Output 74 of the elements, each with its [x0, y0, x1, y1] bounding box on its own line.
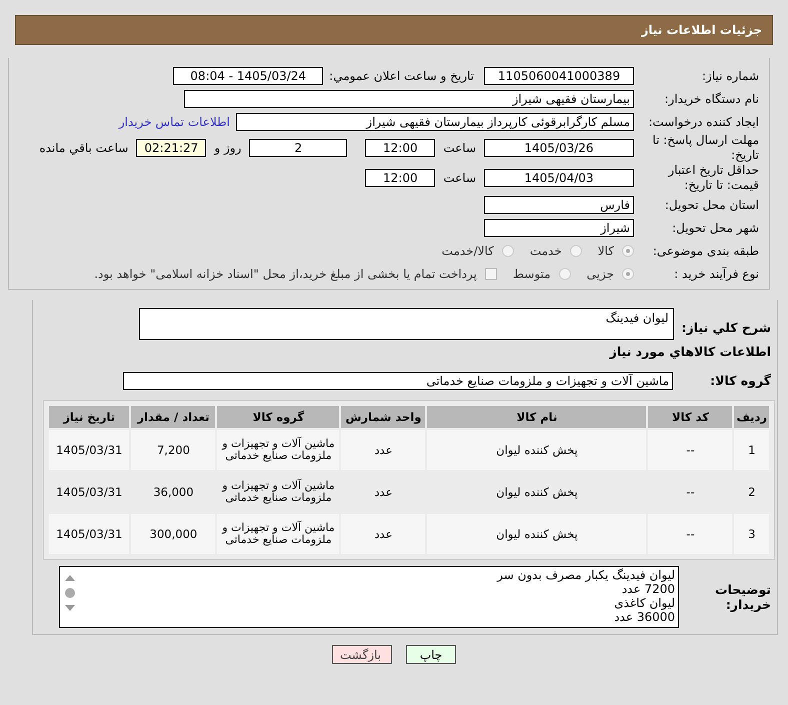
notes-line: 7200 عدد: [620, 582, 675, 596]
option-label: كالا: [598, 244, 614, 258]
checkbox[interactable]: [484, 268, 497, 280]
time-label: ساعت: [442, 171, 477, 185]
table-cell: پخش کننده لیوان: [427, 430, 646, 470]
requester-field: مسلم کارگرابرقوئی کارپرداز بیمارستان فقیهی شیراز: [236, 112, 634, 130]
field-label: مهلت ارسال پاسخ: تا تاریخ:: [651, 133, 760, 163]
column-header: ردیف: [734, 406, 769, 428]
notes-line: 36000 عدد: [613, 610, 675, 624]
section-heading: اطلاعات کالاهاي مورد نياز: [608, 344, 772, 359]
table-cell: 3: [734, 514, 769, 554]
countdown-field: 02:21:27: [136, 139, 206, 157]
field-label: حداقل تاریخ اعتبار قیمت: تا تاریخ:: [666, 163, 760, 193]
radio-button[interactable]: [622, 244, 634, 256]
table-cell: 7,200: [131, 430, 216, 470]
option-label: پرداخت تمام یا بخشی از مبلغ خرید،از محل "اسناد خزانه اسلامی" خواهد بود.: [94, 266, 477, 280]
table-cell: عدد: [341, 430, 426, 470]
field-label: طبقه بندی موضوعی:: [652, 244, 760, 258]
table-cell: 1: [734, 430, 769, 470]
table-cell: عدد: [341, 514, 426, 554]
column-header: تعداد / مقدار: [131, 406, 216, 428]
notes-line: لیوان فیدینگ یکبار مصرف بدون سر: [497, 568, 675, 582]
city-field: شیراز: [484, 218, 634, 236]
table-cell: 300,000: [131, 514, 216, 554]
table-cell: 1405/03/31: [49, 514, 130, 554]
page-title: جزئیات اطلاعات نیاز: [641, 23, 762, 37]
field-label: شماره نیاز:: [701, 68, 760, 82]
table-cell: ماشین آلات و تجهیزات و ملزومات صنایع خدماتی: [217, 514, 340, 554]
goods-group-field: ماشین آلات و تجهیزات و ملزومات صنایع خدماتی: [123, 372, 673, 390]
option-label: كالا/خدمت: [442, 244, 494, 258]
column-header: تاریخ نیاز: [49, 406, 130, 428]
table-cell: ماشین آلات و تجهیزات و ملزومات صنایع خدماتی: [217, 430, 340, 470]
announce-date-field: 1405/03/24 - 08:04: [173, 66, 324, 84]
field-label: شهر محل تحویل:: [671, 220, 760, 234]
notes-textarea[interactable]: لیوان فیدینگ یکبار مصرف بدون سر 7200 عدد لیوان کاغذی 36000 عدد: [59, 566, 679, 628]
field-label: شرح کلي نياز:: [680, 320, 772, 335]
option-label: متوسط: [512, 266, 551, 280]
field-label: تاریخ و ساعت اعلان عمومي:: [328, 68, 475, 82]
table-cell: --: [648, 514, 732, 554]
field-label: استان محل تحویل:: [664, 198, 760, 212]
print-button[interactable]: چاپ: [406, 645, 456, 664]
table-cell: 1405/03/31: [49, 430, 130, 470]
back-button[interactable]: بازگشت: [332, 645, 392, 664]
option-label: جزیی: [586, 266, 614, 280]
validity-date-field: 1405/04/03: [484, 169, 634, 187]
need-number-field: 1105060041000389: [484, 66, 634, 84]
time-label: ساعت: [442, 141, 477, 155]
column-header: نام کالا: [427, 406, 646, 428]
buyer-field: بیمارستان فقیهی شیراز: [184, 90, 634, 108]
column-header: واحد شمارش: [341, 406, 426, 428]
option-label: خدمت: [530, 244, 562, 258]
table-cell: --: [648, 430, 732, 470]
validity-time-field: 12:00: [365, 169, 436, 187]
column-header: گروه کالا: [217, 406, 340, 428]
days-label: روز و: [212, 141, 242, 155]
radio-button[interactable]: [502, 244, 514, 256]
table-cell: پخش کننده لیوان: [427, 514, 646, 554]
deadline-date-field: 1405/03/26: [484, 139, 634, 157]
field-label: توضیحات خریدار:: [714, 582, 772, 612]
field-label: نوع فرآیند خرید :: [673, 266, 760, 280]
field-label: نام دستگاه خریدار:: [664, 92, 760, 106]
radio-button[interactable]: [558, 268, 571, 280]
buyer-contact-link[interactable]: اطلاعات تماس خریدار: [118, 114, 236, 128]
radio-button[interactable]: [570, 244, 582, 256]
notes-line: لیوان کاغذی: [613, 596, 675, 610]
description-textarea[interactable]: لیوان فیدینگ: [138, 308, 674, 340]
field-label: گروه کالا:: [709, 373, 772, 388]
radio-button[interactable]: [622, 268, 634, 280]
remaining-label: ساعت باقي مانده: [38, 141, 130, 155]
days-field: 2: [249, 139, 348, 157]
province-field: فارس: [484, 196, 634, 214]
deadline-time-field: 12:00: [365, 139, 436, 157]
field-label: ایجاد کننده درخواست:: [647, 114, 760, 128]
column-header: کد کالا: [648, 406, 732, 428]
